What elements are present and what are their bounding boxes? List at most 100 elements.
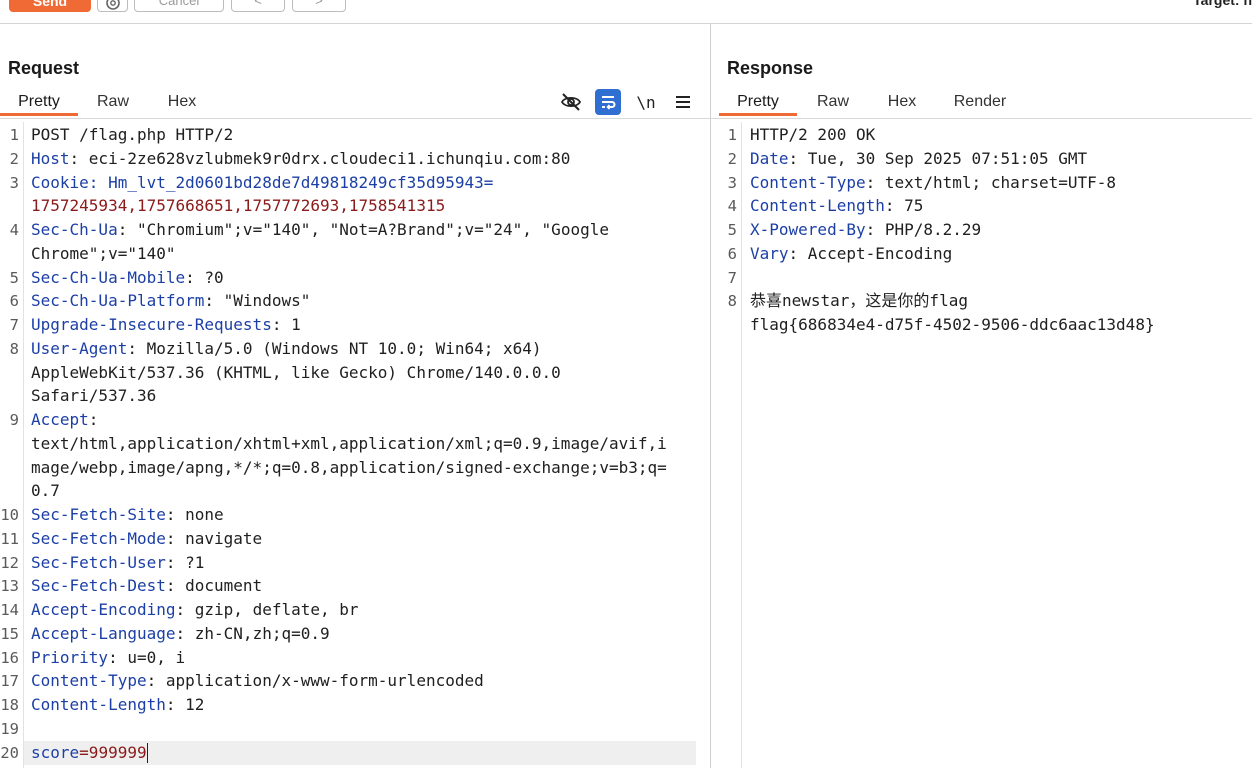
code-line[interactable]: Safari/537.36 — [0, 384, 710, 408]
next-button[interactable]: > — [292, 0, 346, 12]
code-line[interactable]: 5 X-Powered-By: PHP/8.2.29 — [711, 218, 1252, 242]
line-content: Sec-Ch-Ua: "Chromium";v="140", "Not=A?Br… — [31, 218, 609, 242]
header-key: User-Agent — [31, 338, 128, 358]
header-key: Date — [750, 148, 789, 168]
header-key: Content-Length — [31, 695, 166, 714]
line-content: Chrome";v="140" — [31, 242, 176, 266]
code-line[interactable]: 16 Priority: u=0, i — [0, 646, 710, 670]
wrap-icon[interactable] — [595, 89, 621, 115]
header-value: : eci-2ze628vzlubmek9r0drx.cloudeci1.ich… — [69, 148, 571, 168]
header-value: AppleWebKit/537.36 (KHTML, like Gecko) C… — [31, 362, 561, 382]
line-number: 2 — [9, 149, 19, 168]
line-content: Cookie: Hm_lvt_2d0601bd28de7d49818249cf3… — [31, 171, 493, 195]
cancel-button[interactable]: Cancel — [134, 0, 224, 12]
tab-raw[interactable]: Raw — [78, 88, 148, 116]
tab-hex[interactable]: Hex — [869, 88, 935, 116]
code-line[interactable]: 12 Sec-Fetch-User: ?1 — [0, 551, 710, 575]
header-key: Content-Length — [750, 196, 885, 216]
line-content: text/html,application/xhtml+xml,applicat… — [31, 432, 667, 456]
tab-pretty[interactable]: Pretty — [719, 88, 797, 116]
line-number: 10 — [0, 506, 19, 524]
tab-pretty[interactable]: Pretty — [0, 88, 78, 116]
tab-render[interactable]: Render — [935, 88, 1025, 116]
code-line[interactable]: 9 Accept: — [0, 408, 710, 432]
header-value: : — [88, 410, 99, 429]
code-line[interactable]: 1757245934,1757668651,1757772693,1758541… — [0, 194, 710, 218]
code-line[interactable]: 7 Upgrade-Insecure-Requests: 1 — [0, 313, 710, 337]
response-pane: Response Pretty Raw Hex Render 1 HTTP/2 2… — [711, 24, 1252, 768]
header-value: : navigate — [165, 528, 263, 548]
header-value: : none — [165, 505, 224, 524]
code-line[interactable]: 3 Cookie: Hm_lvt_2d0601bd28de7d49818249cf… — [0, 171, 710, 195]
header-key: Upgrade-Insecure-Requests — [31, 315, 272, 334]
code-line[interactable]: 1 HTTP/2 200 OK — [711, 123, 1252, 147]
code-line[interactable]: 5 Sec-Ch-Ua-Mobile: ?0 — [0, 266, 710, 290]
header-value: POST /flag.php HTTP/2 — [31, 125, 234, 144]
line-content: X-Powered-By: PHP/8.2.29 — [750, 218, 981, 242]
code-line[interactable]: 19 — [0, 717, 710, 741]
header-value: =999999 — [79, 742, 147, 762]
settings-button[interactable] — [97, 0, 128, 12]
code-line[interactable]: 14 Accept-Encoding: gzip, deflate, br — [0, 598, 710, 622]
line-content: Vary: Accept-Encoding — [750, 242, 952, 266]
tab-raw[interactable]: Raw — [797, 88, 869, 116]
newline-icon[interactable]: \n — [633, 89, 659, 115]
header-value: text/html,application/xhtml+xml,applicat… — [31, 433, 667, 453]
code-line[interactable]: 8 User-Agent: Mozilla/5.0 (Windows NT 10.… — [0, 337, 710, 361]
request-tabs-divider — [0, 118, 710, 119]
code-line[interactable]: 20 score=999999 — [0, 740, 696, 765]
code-line[interactable]: 17 Content-Type: application/x-www-form-u… — [0, 669, 710, 693]
code-line[interactable]: 4 Content-Length: 75 — [711, 194, 1252, 218]
send-button[interactable]: Send — [9, 0, 91, 12]
code-line[interactable]: Chrome";v="140" — [0, 242, 710, 266]
code-line[interactable]: 18 Content-Length: 12 — [0, 693, 710, 717]
code-line[interactable]: 11 Sec-Fetch-Mode: navigate — [0, 527, 710, 551]
line-number: 3 — [9, 173, 19, 192]
code-line[interactable]: 15 Accept-Language: zh-CN,zh;q=0.9 — [0, 622, 710, 646]
header-value: Safari/537.36 — [31, 386, 157, 406]
code-line[interactable]: AppleWebKit/537.36 (KHTML, like Gecko) C… — [0, 361, 710, 385]
code-line[interactable]: text/html,application/xhtml+xml,applicat… — [0, 432, 710, 456]
header-value: : ?1 — [165, 552, 205, 572]
request-tabs: Pretty Raw Hex — [0, 88, 216, 118]
response-editor[interactable]: 1 HTTP/2 200 OK 2 Date: Tue, 30 Sep 2025 07… — [711, 122, 1252, 768]
code-line[interactable]: 6 Sec-Ch-Ua-Platform: "Windows" — [0, 289, 710, 313]
code-line[interactable]: 7 — [711, 266, 1252, 290]
prev-button[interactable]: < — [231, 0, 285, 12]
code-line[interactable]: 8 恭喜newstar，这是你的flag — [711, 289, 1252, 313]
code-line[interactable]: 13 Sec-Fetch-Dest: document — [0, 574, 710, 598]
tab-hex[interactable]: Hex — [148, 88, 216, 116]
header-value: : Accept-Encoding — [788, 243, 953, 263]
line-content: Sec-Ch-Ua-Mobile: ?0 — [31, 266, 224, 290]
line-content: HTTP/2 200 OK — [750, 123, 875, 147]
top-toolbar: Send Cancel < > Target: h — [0, 0, 1252, 24]
line-content: score=999999 — [31, 741, 148, 765]
header-key: score — [31, 742, 80, 762]
header-value: : Hm_lvt_2d0601bd28de7d49818249cf35d9594… — [88, 172, 494, 192]
line-content: 0.7 — [31, 479, 60, 503]
header-value: HTTP/2 200 OK — [750, 125, 876, 144]
code-line[interactable]: 6 Vary: Accept-Encoding — [711, 242, 1252, 266]
header-value: : text/html; charset=UTF-8 — [865, 172, 1117, 192]
request-pane: Request Pretty Raw Hex \n 1 POST /flag.p… — [0, 24, 711, 768]
code-line[interactable]: 10 Sec-Fetch-Site: none — [0, 503, 710, 527]
code-line[interactable]: 1 POST /flag.php HTTP/2 — [0, 123, 710, 147]
line-number: 17 — [0, 672, 19, 691]
request-editor[interactable]: 1 POST /flag.php HTTP/2 2 Host: eci-2ze628v… — [0, 122, 710, 768]
code-line[interactable]: mage/webp,image/apng,*/*;q=0.8,applicati… — [0, 456, 710, 480]
header-key: Sec-Ch-Ua-Mobile — [31, 267, 186, 287]
line-number: 1 — [9, 126, 19, 144]
response-tabs-divider — [711, 118, 1252, 119]
code-line[interactable]: 2 Date: Tue, 30 Sep 2025 07:51:05 GMT — [711, 147, 1252, 171]
code-line[interactable]: 3 Content-Type: text/html; charset=UTF-8 — [711, 171, 1252, 195]
code-line[interactable]: 2 Host: eci-2ze628vzlubmek9r0drx.cloudeci… — [0, 147, 710, 171]
header-key: Vary — [750, 243, 789, 263]
code-line[interactable]: 0.7 — [0, 479, 710, 503]
eye-off-icon[interactable] — [558, 89, 584, 115]
menu-icon[interactable] — [670, 89, 696, 115]
code-line[interactable]: flag{686834e4-d75f-4502-9506-ddc6aac13d4… — [711, 313, 1252, 337]
target-label[interactable]: Target: h — [1193, 0, 1252, 8]
header-key: Host — [31, 148, 70, 168]
header-value: : application/x-www-form-urlencoded — [146, 671, 484, 691]
code-line[interactable]: 4 Sec-Ch-Ua: "Chromium";v="140", "Not=A?B… — [0, 218, 710, 242]
